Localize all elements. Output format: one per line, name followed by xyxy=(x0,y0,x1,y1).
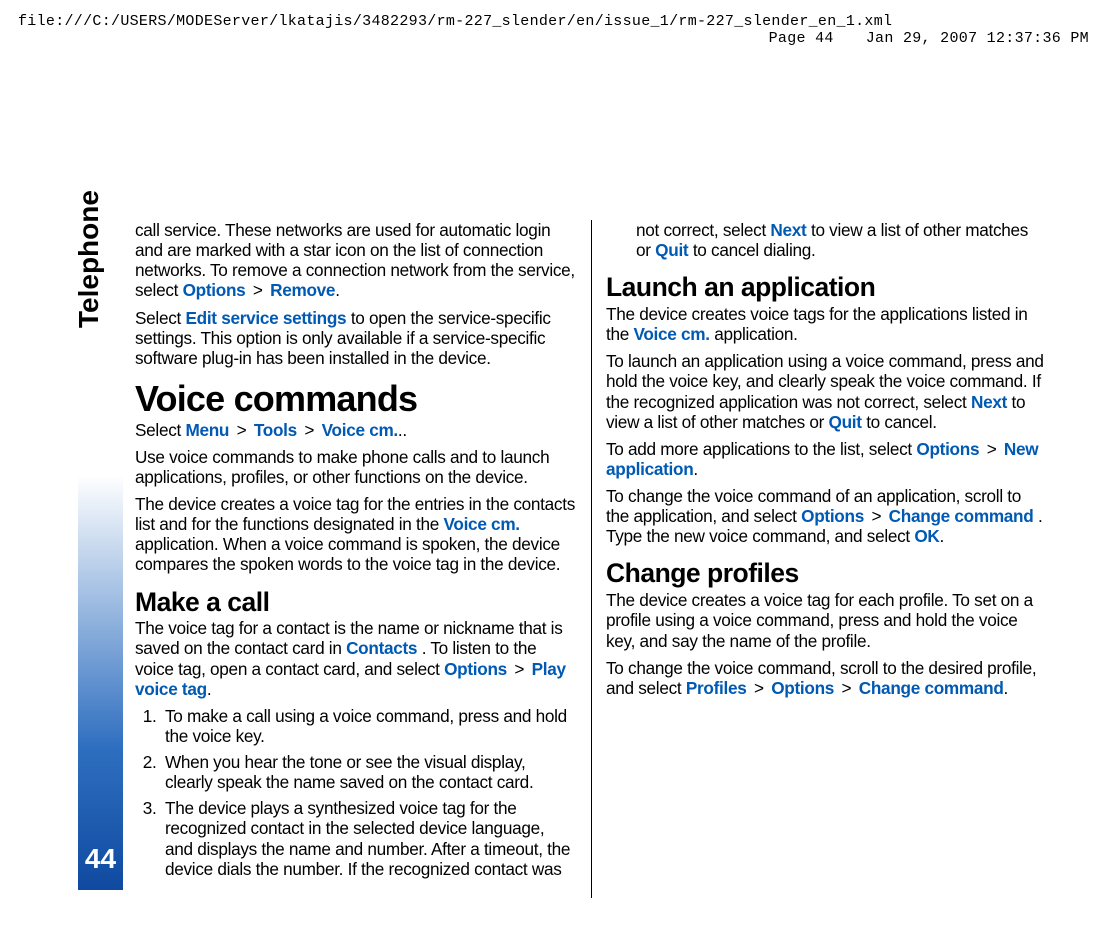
chevron-right-icon: > xyxy=(237,420,247,440)
chevron-right-icon: > xyxy=(842,678,852,698)
ui-change-command: Change command xyxy=(889,506,1034,526)
paragraph: To change the voice command, scroll to t… xyxy=(606,658,1047,698)
ui-tools: Tools xyxy=(254,420,297,440)
ui-contacts: Contacts xyxy=(346,638,417,658)
ui-options: Options xyxy=(771,678,834,698)
ui-voice-cm: Voice cm. xyxy=(633,324,709,344)
text: . xyxy=(207,679,211,699)
paragraph: To add more applications to the list, se… xyxy=(606,439,1047,479)
text: Select xyxy=(135,420,185,440)
ui-ok: OK xyxy=(914,526,939,546)
text: to cancel. xyxy=(866,412,937,432)
paragraph: To launch an application using a voice c… xyxy=(606,351,1047,432)
paragraph: The device creates a voice tag for each … xyxy=(606,590,1047,650)
chevron-right-icon: > xyxy=(871,506,881,526)
paragraph: Select Menu > Tools > Voice cm... xyxy=(135,420,576,440)
chapter-tab: Telephone 44 xyxy=(78,175,123,890)
paragraph: The device creates voice tags for the ap… xyxy=(606,304,1047,344)
ui-edit-service-settings: Edit service settings xyxy=(185,308,346,328)
text: To add more applications to the list, se… xyxy=(606,439,916,459)
list-item: To make a call using a voice command, pr… xyxy=(161,706,576,746)
paragraph: To change the voice command of an applic… xyxy=(606,486,1047,546)
chevron-right-icon: > xyxy=(253,280,263,300)
chapter-label: Telephone xyxy=(73,190,105,328)
file-path: file:///C:/USERS/MODEServer/lkatajis/348… xyxy=(18,13,892,30)
heading-change-profiles: Change profiles xyxy=(606,560,1047,588)
paragraph: Select Edit service settings to open the… xyxy=(135,308,576,368)
ui-options: Options xyxy=(801,506,864,526)
paragraph: Use voice commands to make phone calls a… xyxy=(135,447,576,487)
text: application. When a voice command is spo… xyxy=(135,534,560,574)
ui-menu: Menu xyxy=(185,420,229,440)
text: .. xyxy=(398,420,407,440)
heading-make-a-call: Make a call xyxy=(135,589,576,617)
paragraph: The voice tag for a contact is the name … xyxy=(135,618,576,699)
text: . xyxy=(335,280,339,300)
page-number: 44 xyxy=(78,843,123,875)
ui-voice-cm: Voice cm. xyxy=(444,514,520,534)
ui-options: Options xyxy=(444,659,507,679)
text: application. xyxy=(714,324,797,344)
ui-next: Next xyxy=(770,220,806,240)
paragraph: The device creates a voice tag for the e… xyxy=(135,494,576,575)
text: . xyxy=(940,526,944,546)
text: to cancel dialing. xyxy=(693,240,816,260)
ui-remove: Remove xyxy=(270,280,335,300)
list-item: When you hear the tone or see the visual… xyxy=(161,752,576,792)
ui-quit: Quit xyxy=(829,412,862,432)
print-header: file:///C:/USERS/MODEServer/lkatajis/348… xyxy=(18,13,1089,47)
chevron-right-icon: > xyxy=(514,659,524,679)
ui-options: Options xyxy=(916,439,979,459)
chevron-right-icon: > xyxy=(754,678,764,698)
text: . xyxy=(1004,678,1008,698)
ui-profiles: Profiles xyxy=(686,678,747,698)
text: Select xyxy=(135,308,185,328)
chevron-right-icon: > xyxy=(987,439,997,459)
heading-voice-commands: Voice commands xyxy=(135,380,576,418)
ui-change-command: Change command xyxy=(859,678,1004,698)
ui-next: Next xyxy=(971,392,1007,412)
ui-voice-cm: Voice cm. xyxy=(322,420,398,440)
heading-launch-application: Launch an application xyxy=(606,274,1047,302)
paragraph: call service. These networks are used fo… xyxy=(135,220,576,301)
print-date: Jan 29, 2007 12:37:36 PM xyxy=(866,30,1089,47)
text: . xyxy=(693,459,697,479)
ui-options: Options xyxy=(183,280,246,300)
ui-quit: Quit xyxy=(655,240,688,260)
page-label: Page 44 xyxy=(769,30,834,47)
chevron-right-icon: > xyxy=(304,420,314,440)
content-columns: call service. These networks are used fo… xyxy=(135,220,1047,898)
